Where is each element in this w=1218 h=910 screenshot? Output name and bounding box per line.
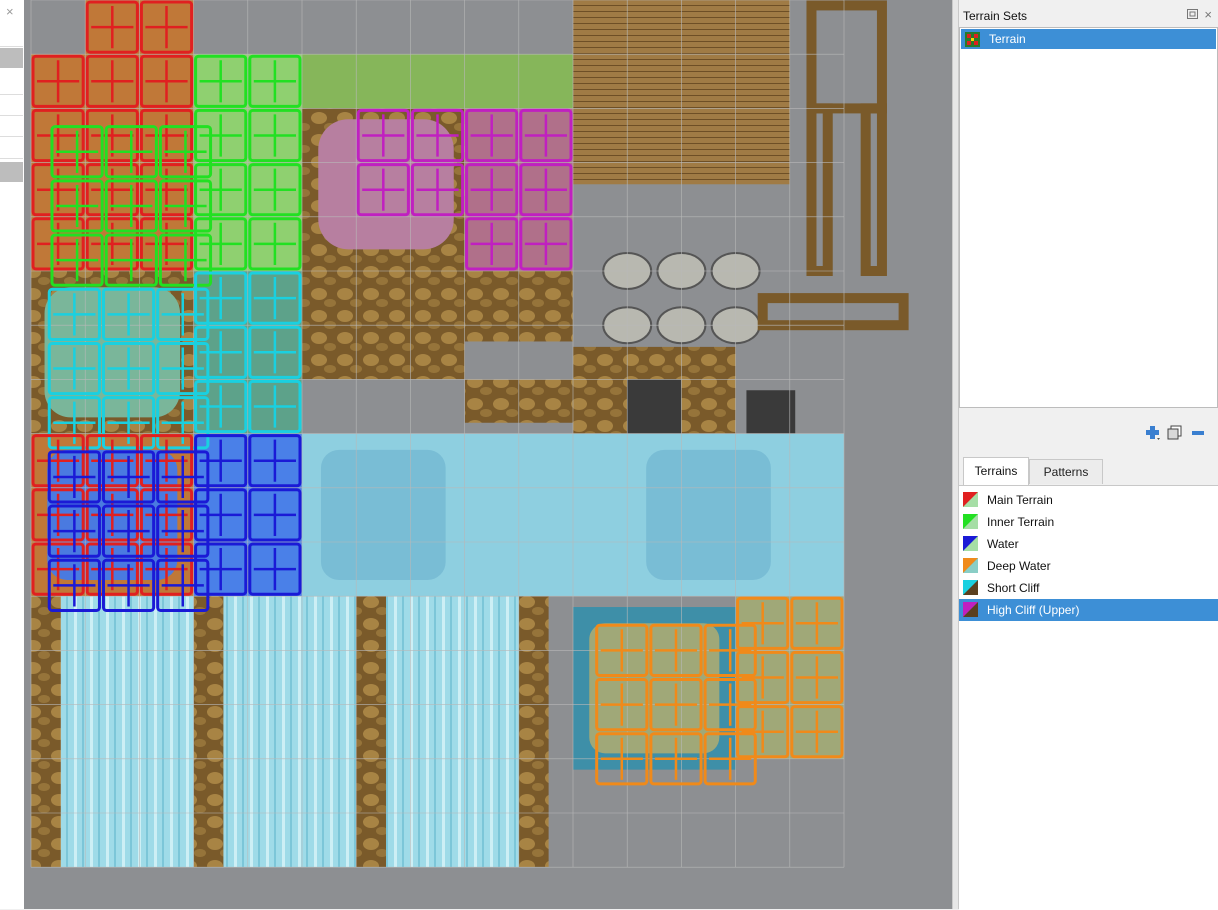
waterfall-rock-edge [518, 596, 549, 868]
terrain-color-icon [963, 602, 978, 617]
left-row[interactable] [0, 138, 23, 159]
left-panel-edge: × [0, 0, 25, 909]
terrain-label: Main Terrain [987, 493, 1053, 507]
add-terrain-icon[interactable] [1144, 424, 1162, 442]
log-tile [806, 103, 833, 277]
waterfall-rock-edge [193, 596, 224, 868]
cave-entrance [746, 390, 796, 434]
terrain-item[interactable]: Short Cliff [959, 577, 1218, 599]
lake-inner [320, 449, 446, 580]
plateau-tile [318, 119, 454, 250]
log-tile [806, 0, 887, 114]
terrain-label: Short Cliff [987, 581, 1040, 595]
tab-terrains[interactable]: Terrains [963, 457, 1029, 486]
close-panel-icon[interactable]: × [1204, 7, 1212, 22]
waterfall-rock-edge [31, 596, 61, 868]
terrain-sets-header: Terrain Sets × [959, 6, 1218, 26]
terrain-panel: Terrain Sets × Terrain Terrains Patterns… [959, 0, 1218, 910]
panel-splitter[interactable] [952, 0, 959, 909]
terrain-tabs: Terrains Patterns [959, 457, 1218, 486]
terrain-item[interactable]: Deep Water [959, 555, 1218, 577]
remove-icon[interactable] [1189, 424, 1207, 442]
terrain-list[interactable]: Main Terrain Inner Terrain Water Deep Water… [959, 485, 1218, 910]
terrain-label: Inner Terrain [987, 515, 1055, 529]
terrain-sets-list[interactable]: Terrain [959, 27, 1218, 408]
grass-ledge-tiles [302, 54, 573, 109]
close-icon[interactable]: × [6, 4, 14, 19]
log-tile [757, 293, 909, 331]
terrain-label: Water [987, 537, 1019, 551]
terrain-item[interactable]: High Cliff (Upper) [959, 599, 1218, 621]
terrain-set-item[interactable]: Terrain [961, 29, 1216, 49]
duplicate-icon[interactable] [1166, 424, 1184, 442]
tab-patterns[interactable]: Patterns [1029, 459, 1103, 484]
terrain-item[interactable]: Inner Terrain [959, 511, 1218, 533]
terrain-sets-title: Terrain Sets [963, 9, 1028, 23]
terrain-label: High Cliff (Upper) [987, 603, 1080, 617]
left-row[interactable] [0, 162, 23, 182]
terrain-color-icon [963, 536, 978, 551]
terrain-toolbar [959, 420, 1218, 446]
tileset-image[interactable] [24, 0, 952, 909]
left-row[interactable] [0, 116, 23, 137]
terrain-color-icon [963, 514, 978, 529]
terrain-item[interactable]: Main Terrain [959, 489, 1218, 511]
left-row[interactable] [0, 48, 23, 68]
terrain-color-icon [963, 492, 978, 507]
float-panel-icon[interactable] [1187, 9, 1198, 19]
terrain-label: Deep Water [987, 559, 1051, 573]
left-row[interactable] [0, 94, 23, 116]
waterfall-tiles [31, 596, 519, 868]
tileset-view[interactable] [24, 0, 952, 909]
terrain-color-icon [963, 558, 978, 573]
lake-inner [646, 449, 771, 580]
terrain-set-label: Terrain [989, 32, 1026, 46]
cave-entrance [627, 379, 682, 434]
log-tile [860, 103, 887, 277]
waterfall-rock-edge [356, 596, 387, 868]
left-row[interactable] [0, 26, 23, 47]
terrain-set-icon [965, 32, 980, 47]
terrain-item[interactable]: Water [959, 533, 1218, 555]
terrain-color-icon [963, 580, 978, 595]
